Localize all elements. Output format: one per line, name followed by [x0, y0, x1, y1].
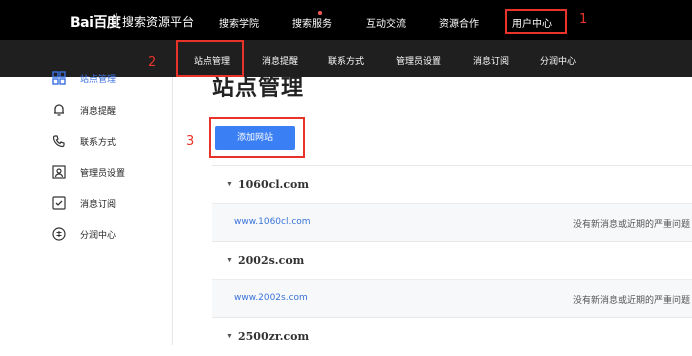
sidebar-item-label: 分润中心 — [80, 231, 117, 241]
site-group-header[interactable]: ▼ 2002s.com — [212, 241, 692, 280]
annotation-box-site-management — [176, 40, 244, 77]
sidebar-item-label: 管理员设置 — [80, 169, 126, 179]
sidebar-item-profit-center[interactable]: 分润中心 — [0, 225, 172, 245]
annotation-box-user-center — [505, 9, 567, 34]
sidebar-item-label: 消息提醒 — [80, 107, 117, 117]
nav-search-academy[interactable]: 搜索学院 — [219, 15, 259, 30]
nav-interaction[interactable]: 互动交流 — [366, 15, 406, 30]
chevron-down-icon: ▼ — [226, 257, 233, 264]
admin-user-icon — [52, 165, 66, 179]
chevron-down-icon: ▼ — [226, 333, 233, 340]
sidebar-item-label: 消息订阅 — [80, 200, 117, 210]
site-status-text: 没有新消息或近期的严重问题 — [573, 220, 691, 230]
logo-divider — [116, 13, 117, 27]
sidebar-item-message-subscription[interactable]: 消息订阅 — [0, 194, 172, 214]
sidebar-item-label: 联系方式 — [80, 138, 117, 148]
logo-text: Bai百度 — [70, 15, 121, 31]
subnav-contact[interactable]: 联系方式 — [328, 54, 364, 67]
sidebar-item-site-management[interactable]: 站点管理 — [0, 69, 172, 89]
site-name: 1060cl.com — [238, 178, 309, 191]
chevron-down-icon: ▼ — [226, 181, 233, 188]
notification-dot — [318, 11, 322, 15]
site-group-header[interactable]: ▼ 2500zr.com — [212, 317, 692, 356]
subscribe-check-icon — [52, 196, 66, 210]
site-row: www.1060cl.com 没有新消息或近期的严重问题 — [212, 203, 692, 242]
site-status-text: 没有新消息或近期的严重问题 — [573, 296, 691, 306]
site-url-link[interactable]: www.1060cl.com — [234, 217, 311, 227]
annotation-number-1: 1 — [579, 12, 588, 27]
site-url-link[interactable]: www.2002s.com — [234, 293, 308, 303]
subnav-message-subscription[interactable]: 消息订阅 — [473, 54, 509, 67]
nav-resource-cooperation[interactable]: 资源合作 — [439, 15, 479, 30]
sidebar-item-message-alerts[interactable]: 消息提醒 — [0, 101, 172, 121]
site-group-header[interactable]: ▼ 1060cl.com — [212, 165, 692, 204]
annotation-number-2: 2 — [148, 55, 157, 70]
sidebar-item-label: 站点管理 — [80, 75, 117, 85]
sidebar: 站点管理 消息提醒 联系方式 管理员设置 消息订阅 分润中心 — [0, 71, 173, 345]
site-name: 2002s.com — [238, 254, 305, 267]
baidu-logo[interactable]: Bai百度 — [70, 12, 121, 32]
site-row: www.2002s.com 没有新消息或近期的严重问题 — [212, 279, 692, 318]
platform-title[interactable]: 搜索资源平台 — [122, 13, 194, 30]
sidebar-item-contact[interactable]: 联系方式 — [0, 132, 172, 152]
sidebar-item-admin-settings[interactable]: 管理员设置 — [0, 163, 172, 183]
phone-icon — [52, 135, 65, 148]
coin-icon — [52, 227, 66, 241]
subnav-admin-settings[interactable]: 管理员设置 — [396, 54, 441, 67]
grid-icon — [52, 71, 66, 85]
nav-search-service[interactable]: 搜索服务 — [292, 15, 332, 30]
site-name: 2500zr.com — [238, 330, 310, 343]
annotation-number-3: 3 — [186, 134, 195, 149]
annotation-box-add-website — [209, 117, 305, 158]
bell-icon — [54, 104, 64, 116]
subnav-message-alerts[interactable]: 消息提醒 — [262, 54, 298, 67]
subnav-profit-center[interactable]: 分润中心 — [540, 54, 576, 67]
